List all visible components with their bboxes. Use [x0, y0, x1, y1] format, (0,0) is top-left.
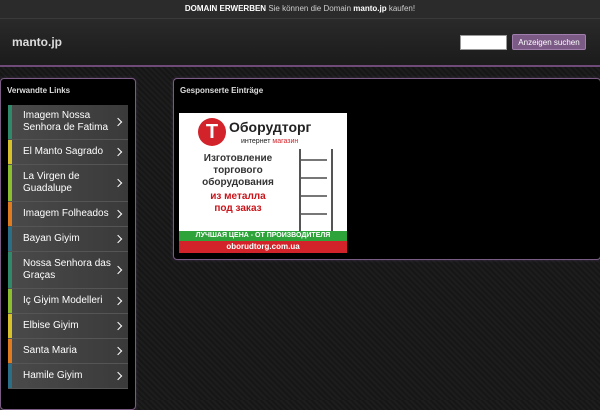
sponsored-panel: Gesponserte Einträge Оборудторг интернет…: [173, 78, 600, 260]
link-label[interactable]: Imagem Folheados: [8, 208, 117, 220]
link-color-stripe: [8, 140, 12, 164]
link-item[interactable]: Nossa Senhora das Graças: [8, 252, 128, 289]
link-color-stripe: [8, 165, 12, 201]
ad-subtitle-2: магазин: [272, 138, 299, 145]
ad-line: торгового: [213, 165, 263, 176]
link-item[interactable]: Santa Maria: [8, 339, 128, 364]
search-input[interactable]: [460, 35, 507, 50]
search-button[interactable]: Anzeigen suchen: [512, 34, 586, 50]
link-color-stripe: [8, 289, 12, 313]
related-links-list: Imagem Nossa Senhora de Fatima El Manto …: [8, 105, 128, 389]
ad-brand: Оборудторг: [229, 119, 312, 135]
sponsored-ad-banner[interactable]: Оборудторг интернет магазин Изготовление…: [179, 113, 347, 253]
display-rack-illustration: [299, 149, 333, 239]
link-label[interactable]: Bayan Giyim: [8, 233, 117, 245]
related-links-title: Verwandte Links: [7, 86, 71, 95]
link-item[interactable]: La Virgen de Guadalupe: [8, 165, 128, 202]
link-item[interactable]: El Manto Sagrado: [8, 140, 128, 165]
link-item[interactable]: Elbise Giyim: [8, 314, 128, 339]
link-label[interactable]: Elbise Giyim: [8, 320, 117, 332]
ad-subtitle-1: интернет: [241, 138, 271, 145]
link-color-stripe: [8, 202, 12, 226]
domain-offer-domain[interactable]: manto.jp: [353, 4, 386, 13]
link-item[interactable]: Bayan Giyim: [8, 227, 128, 252]
link-color-stripe: [8, 339, 12, 363]
link-item[interactable]: Hamile Giyim: [8, 364, 128, 389]
ad-url: oborudtorg.com.ua: [179, 241, 347, 253]
link-label[interactable]: El Manto Sagrado: [8, 146, 117, 158]
domain-offer-bar: DOMAIN ERWERBEN Sie können die Domain ma…: [0, 0, 600, 19]
link-color-stripe: [8, 314, 12, 338]
link-color-stripe: [8, 252, 12, 288]
sponsored-title: Gesponserte Einträge: [180, 86, 264, 95]
ad-line: Изготовление: [203, 153, 273, 164]
link-label[interactable]: Santa Maria: [8, 345, 117, 357]
link-item[interactable]: Imagem Folheados: [8, 202, 128, 227]
link-color-stripe: [8, 364, 12, 388]
ad-slogan: ЛУЧШАЯ ЦЕНА - ОТ ПРОИЗВОДИТЕЛЯ: [179, 231, 347, 241]
link-label[interactable]: Imagem Nossa Senhora de Fatima: [8, 110, 117, 134]
ad-subtitle: интернет магазин: [241, 138, 298, 145]
site-title[interactable]: manto.jp: [12, 35, 62, 49]
ad-line: из металла: [210, 191, 266, 202]
link-label[interactable]: La Virgen de Guadalupe: [8, 171, 117, 195]
link-item[interactable]: Imagem Nossa Senhora de Fatima: [8, 105, 128, 140]
related-links-panel: Verwandte Links Imagem Nossa Senhora de …: [0, 78, 136, 410]
ad-line: под заказ: [214, 203, 262, 214]
site-header: manto.jp Anzeigen suchen: [0, 19, 600, 67]
brand-logo-icon: [198, 118, 226, 146]
link-item[interactable]: Iç Giyim Modelleri: [8, 289, 128, 314]
link-label[interactable]: Hamile Giyim: [8, 370, 117, 382]
link-color-stripe: [8, 105, 12, 139]
link-label[interactable]: Iç Giyim Modelleri: [8, 295, 117, 307]
link-label[interactable]: Nossa Senhora das Graças: [8, 258, 117, 282]
domain-offer-label: DOMAIN ERWERBEN: [184, 4, 267, 13]
link-color-stripe: [8, 227, 12, 251]
domain-offer-text-end: kaufen!: [388, 4, 416, 13]
ad-line: оборудования: [202, 177, 274, 188]
domain-offer-text: Sie können die Domain: [268, 4, 352, 13]
